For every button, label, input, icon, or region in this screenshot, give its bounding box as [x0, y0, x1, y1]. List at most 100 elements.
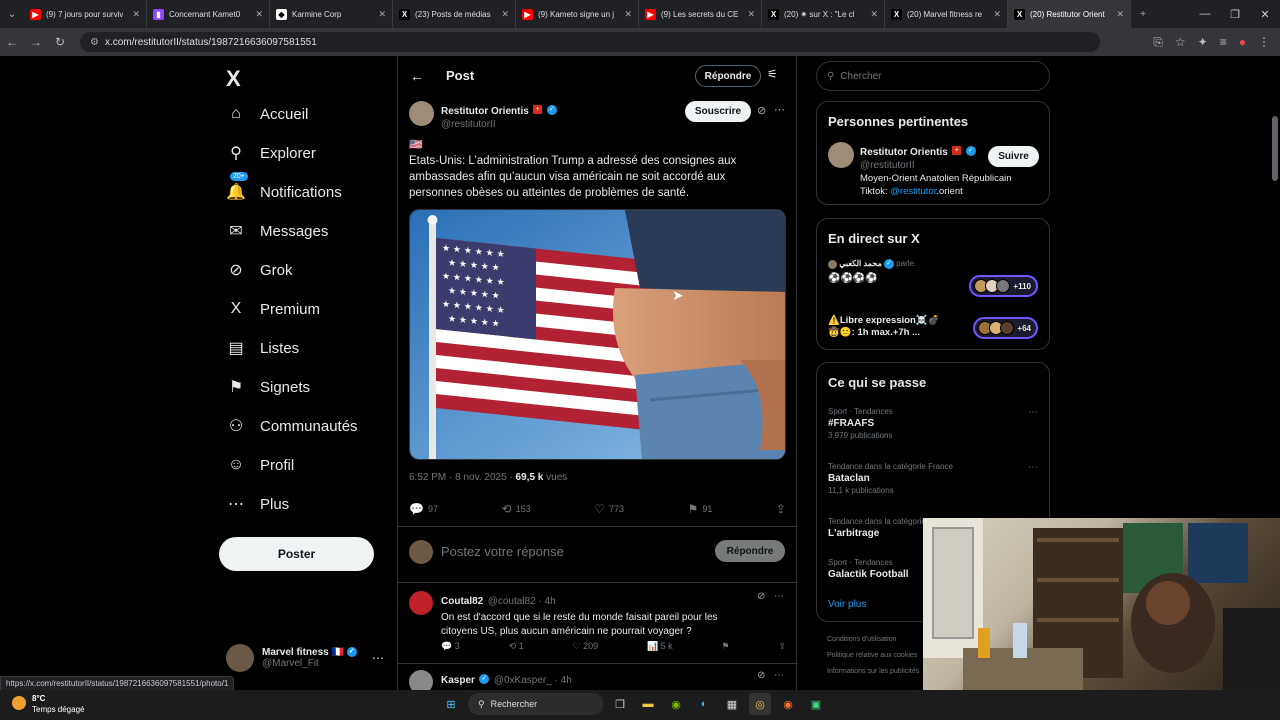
tab-close-icon[interactable]: ✕ — [255, 9, 263, 20]
post-button[interactable]: Poster — [219, 537, 374, 571]
comment-avatar[interactable] — [409, 591, 433, 615]
app-icon[interactable]: ▣ — [805, 693, 827, 715]
relevant-avatar[interactable] — [828, 142, 854, 168]
comment-item[interactable]: Coutal82 @coutal82 · 4h On est d'accord … — [409, 591, 786, 661]
listener-pill[interactable]: +64 — [973, 317, 1038, 339]
nav-item-notifications[interactable]: 🔔 20+ Notifications — [226, 172, 342, 202]
tab-close-icon[interactable]: ✕ — [378, 9, 386, 20]
task-view-icon[interactable]: ❐ — [609, 693, 631, 715]
browser-tab[interactable]: ▶ (9) Kameto signe un j ✕ — [516, 0, 639, 28]
repost-action[interactable]: ⟲ 153 — [502, 502, 531, 516]
browser-tab[interactable]: X (20) ✷ sur X : "Le cl ✕ — [762, 0, 885, 28]
file-explorer-icon[interactable]: ▬ — [637, 693, 659, 715]
nav-item-communities[interactable]: ⚇ Communautés — [226, 416, 358, 436]
search-box[interactable]: ⚲ Chercher — [816, 61, 1050, 91]
comment-reply[interactable]: 💬 3 — [441, 641, 460, 652]
browser-tab[interactable]: X (20) Restitutor Orient ✕ — [1008, 0, 1131, 28]
url-field[interactable]: ⚙ x.com/restitutorII/status/198721663609… — [80, 32, 1100, 52]
nav-item-bookmarks[interactable]: ⚑ Signets — [226, 377, 310, 397]
restore-icon[interactable]: ❐ — [1220, 8, 1250, 21]
profile-icon[interactable]: ● — [1239, 35, 1246, 49]
tab-close-icon[interactable]: ✕ — [624, 9, 632, 20]
forward-icon[interactable]: → — [24, 35, 48, 49]
nav-item-lists[interactable]: ▤ Listes — [226, 338, 299, 358]
minimize-icon[interactable]: — — [1190, 8, 1220, 20]
nav-item-explore[interactable]: ⚲ Explorer — [226, 143, 316, 163]
tab-close-icon[interactable]: ✕ — [132, 9, 140, 20]
taskbar-search[interactable]: ⚲ Rechercher — [468, 693, 603, 715]
install-icon[interactable]: ⎘ — [1153, 35, 1163, 50]
back-icon[interactable]: ← — [0, 35, 24, 49]
cookies-link[interactable]: Politique relative aux cookies — [827, 648, 919, 664]
post-more-icon[interactable]: ⋯ — [774, 103, 785, 116]
x-logo-icon[interactable]: X — [226, 66, 241, 92]
reply-header-button[interactable]: Répondre — [695, 65, 761, 87]
live-space-2[interactable]: ⚠️Libre expression☠️💣 🤠🙂: 1h max.+7h ...… — [828, 315, 1038, 343]
nav-item-profile[interactable]: ☺ Profil — [226, 455, 294, 475]
ads-info-link[interactable]: Informations sur les publicités — [827, 664, 919, 680]
author-avatar[interactable] — [409, 101, 434, 126]
browser-tab[interactable]: ◆ Karmine Corp ✕ — [270, 0, 393, 28]
subscribe-button[interactable]: Souscrire — [685, 101, 751, 122]
tab-close-icon[interactable]: ✕ — [501, 9, 509, 20]
nvidia-icon[interactable]: ◉ — [665, 693, 687, 715]
reading-list-icon[interactable]: ≡ — [1220, 35, 1227, 49]
bookmark-star-icon[interactable]: ☆ — [1175, 35, 1186, 49]
filter-settings-icon[interactable]: ⚟ — [767, 67, 778, 81]
listener-pill[interactable]: +110 — [969, 275, 1038, 297]
site-info-icon[interactable]: ⚙ — [90, 37, 99, 48]
comment-views[interactable]: 📊 5 k — [647, 641, 673, 652]
firefox-icon[interactable]: ◉ — [777, 693, 799, 715]
menu-icon[interactable]: ⋮ — [1258, 35, 1270, 49]
nav-item-more[interactable]: ⋯ Plus — [226, 494, 289, 514]
new-tab-button[interactable]: + — [1131, 0, 1155, 28]
tab-search-icon[interactable]: ⌄ — [0, 0, 24, 28]
tab-close-icon[interactable]: ✕ — [1116, 9, 1124, 20]
bookmark-action[interactable]: ⚑ 91 — [688, 502, 713, 516]
comment-bookmark-icon[interactable]: ⚑ — [722, 641, 730, 652]
browser-tab[interactable]: ▶ (9) 7 jours pour surviv ✕ — [24, 0, 147, 28]
comment-more-icon[interactable]: ⋯ — [774, 670, 784, 681]
terms-link[interactable]: Conditions d'utilisation — [827, 632, 919, 648]
browser-tab[interactable]: ▮ Concernant Kamet0 ✕ — [147, 0, 270, 28]
trend-more-icon[interactable]: ⋯ — [1028, 462, 1038, 473]
trend-more-icon[interactable]: ⋯ — [1028, 407, 1038, 418]
author-handle[interactable]: @restitutorII — [441, 119, 557, 130]
tab-close-icon[interactable]: ✕ — [747, 9, 755, 20]
comment-avatar[interactable] — [409, 670, 433, 690]
post-time[interactable]: 6:52 PM · 8 nov. 2025 · — [409, 472, 516, 483]
bio-link[interactable]: @restitutor — [890, 186, 936, 197]
relevant-name[interactable]: Restitutor Orientis — [860, 147, 948, 158]
account-switcher[interactable]: Marvel fitness 🇫🇷 ✓ @Marvel_Fit ⋯ — [226, 644, 384, 672]
store-icon[interactable]: ▦ — [721, 693, 743, 715]
trend-item[interactable]: Tendance dans la catégorie France Batacla… — [828, 462, 1038, 495]
grok-icon[interactable]: ⊘ — [757, 104, 766, 117]
reply-action[interactable]: 💬 97 — [409, 502, 438, 516]
post-image[interactable]: ★ ★ ★ ★ ★ ★ ★ ★ ★ ★ ★ ★ ★ ★ ★ ★ ★ ★ ★ ★ … — [409, 209, 786, 460]
browser-tab[interactable]: ▶ (9) Les secrets du CE ✕ — [639, 0, 762, 28]
nav-item-messages[interactable]: ✉ Messages — [226, 221, 328, 241]
nav-item-grok[interactable]: ⊘ Grok — [226, 260, 292, 280]
comment-item[interactable]: Kasper ✓ @0xKasper_ · 4h ⊘ ⋯ — [409, 670, 786, 690]
live-space-1[interactable]: محمد الكعبي ✓ parle. ⚽⚽⚽⚽ +110 — [828, 259, 1038, 299]
comment-like[interactable]: ♡ 209 — [572, 641, 598, 652]
comment-grok-icon[interactable]: ⊘ — [757, 591, 765, 602]
comment-more-icon[interactable]: ⋯ — [774, 591, 784, 602]
reply-input[interactable]: Postez votre réponse — [441, 544, 564, 559]
author-name[interactable]: Restitutor Orientis — [441, 106, 529, 117]
extensions-icon[interactable]: ✦ — [1198, 35, 1208, 49]
like-action[interactable]: ♡ 773 — [594, 502, 624, 516]
comment-author[interactable]: Kasper — [441, 675, 475, 686]
comment-author[interactable]: Coutal82 — [441, 596, 483, 607]
share-icon[interactable]: ⇪ — [776, 502, 786, 516]
edge-icon[interactable]: ◐ — [693, 693, 715, 715]
tab-close-icon[interactable]: ✕ — [870, 9, 878, 20]
reload-icon[interactable]: ↻ — [48, 35, 72, 49]
trend-item[interactable]: Sport · Tendances #FRAAFS 3 979 publicatio… — [828, 407, 1038, 440]
comment-repost[interactable]: ⟲ 1 — [509, 641, 524, 652]
windows-start-icon[interactable]: ⊞ — [440, 693, 462, 715]
reply-submit-button[interactable]: Répondre — [715, 540, 785, 562]
weather-widget[interactable]: 8°C Temps dégagé — [10, 693, 84, 715]
browser-tab[interactable]: X (20) Marvel fitness re ✕ — [885, 0, 1008, 28]
back-arrow-icon[interactable]: ← — [410, 68, 424, 84]
